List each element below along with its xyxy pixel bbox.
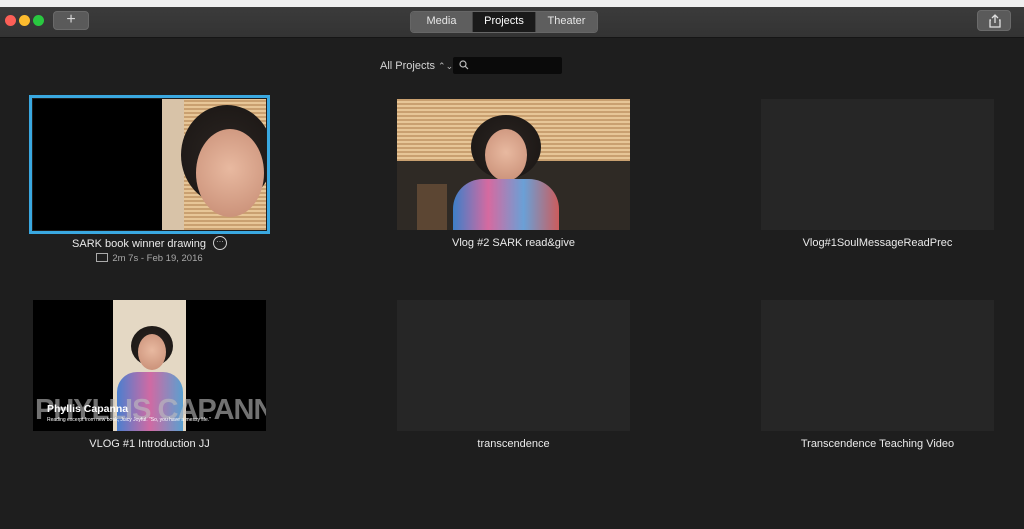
project-thumbnail[interactable] <box>761 300 994 431</box>
project-thumbnail[interactable]: PHYLLIS CAPANNA Phyllis Capanna Reading … <box>33 300 266 431</box>
video-subtitle-overlay: Reading excerpt from new book, Juicy Joy… <box>47 417 211 423</box>
project-thumbnail[interactable] <box>761 99 994 230</box>
project-thumbnail[interactable] <box>397 99 630 230</box>
project-meta: 2m 7s - Feb 19, 2016 <box>33 252 266 264</box>
film-icon <box>96 252 109 262</box>
tab-theater[interactable]: Theater <box>535 12 597 32</box>
project-name[interactable]: Vlog#1SoulMessageReadPrec <box>761 237 994 249</box>
more-options-icon[interactable]: ··· <box>212 236 227 250</box>
view-switcher: Media Projects Theater <box>410 11 598 33</box>
tab-projects[interactable]: Projects <box>473 12 535 32</box>
tab-media[interactable]: Media <box>411 12 473 32</box>
search-icon <box>459 60 469 70</box>
close-window-button[interactable] <box>5 15 16 26</box>
project-name[interactable]: transcendence <box>397 438 630 450</box>
window-titlebar: + Media Projects Theater <box>0 7 1024 38</box>
project-filter-dropdown[interactable]: All Projects ⌃⌄ <box>380 60 453 72</box>
project-thumbnail[interactable] <box>397 300 630 431</box>
project-name[interactable]: VLOG #1 Introduction JJ <box>33 438 266 450</box>
zoom-window-button[interactable] <box>33 15 44 26</box>
project-thumbnail[interactable] <box>29 95 270 234</box>
project-name[interactable]: SARK book winner drawing ··· <box>33 236 266 251</box>
share-icon <box>989 14 1001 28</box>
share-button[interactable] <box>977 10 1011 31</box>
top-strip <box>0 0 1024 7</box>
minimize-window-button[interactable] <box>19 15 30 26</box>
search-field[interactable] <box>453 57 562 74</box>
project-name[interactable]: Vlog #2 SARK read&give <box>397 237 630 249</box>
create-new-button[interactable]: + <box>53 11 89 30</box>
filter-label: All Projects <box>380 60 436 72</box>
updown-chevron-icon: ⌃⌄ <box>438 61 454 71</box>
project-name[interactable]: Transcendence Teaching Video <box>761 438 994 450</box>
video-title-overlay: Phyllis Capanna <box>47 403 129 415</box>
